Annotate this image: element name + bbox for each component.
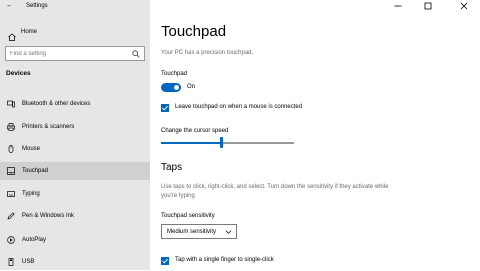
app-title: Settings [26, 3, 48, 9]
sidebar-item-usb[interactable]: USB [0, 253, 150, 271]
home-label: Home [21, 29, 38, 35]
autoplay-icon [7, 236, 15, 244]
sidebar-item-label: USB [22, 259, 35, 265]
minimize-button[interactable] [386, 0, 410, 12]
sidebar-item-label: Typing [22, 191, 40, 197]
sidebar-item-printers[interactable]: Printers & scanners [0, 118, 150, 136]
taps-description: Use taps to click, right-click, and sele… [161, 184, 389, 199]
taps-heading: Taps [161, 162, 183, 173]
sidebar-item-pen[interactable]: Pen & Windows Ink [0, 207, 150, 225]
slider-track [223, 142, 294, 144]
sensitivity-label: Touchpad sensitivity [161, 213, 215, 219]
section-title: Devices [6, 70, 31, 77]
pen-icon [7, 212, 15, 220]
cursor-speed-slider[interactable] [161, 137, 294, 149]
minimize-icon [394, 5, 402, 7]
search-input[interactable] [6, 47, 130, 60]
search-box[interactable] [5, 46, 145, 61]
sidebar-item-mouse[interactable]: Mouse [0, 140, 150, 158]
title-bar: ← Settings [0, 0, 150, 12]
leave-touchpad-label: Leave touchpad on when a mouse is connec… [175, 104, 303, 110]
cursor-speed-label: Change the cursor speed [161, 128, 229, 134]
touchpad-icon [7, 167, 15, 175]
page-subtitle: Your PC has a precision touchpad. [161, 50, 254, 56]
home-nav-item[interactable]: Home [0, 24, 150, 41]
printer-icon [7, 123, 15, 131]
sidebar-item-label: Touchpad [22, 168, 49, 174]
checkmark-icon [162, 105, 168, 111]
maximize-button[interactable] [416, 0, 440, 12]
sidebar-item-label: Printers & scanners [22, 124, 75, 130]
sensitivity-dropdown[interactable]: Medium sensitivity [161, 224, 237, 239]
sidebar-item-bluetooth[interactable]: Bluetooth & other devices [0, 95, 150, 113]
back-arrow-icon[interactable]: ← [6, 2, 13, 9]
mouse-icon [7, 145, 15, 153]
sidebar: ← Settings Home Devices Bluetooth & othe… [0, 0, 150, 270]
checkmark-icon [162, 258, 168, 264]
tap-single-finger-checkbox[interactable] [161, 257, 169, 265]
sensitivity-value: Medium sensitivity [167, 228, 217, 235]
keyboard-icon [7, 190, 15, 198]
maximize-icon [424, 2, 432, 10]
sidebar-item-autoplay[interactable]: AutoPlay [0, 231, 150, 249]
slider-track-fill [161, 142, 220, 144]
search-icon[interactable] [132, 50, 140, 58]
leave-touchpad-checkbox[interactable] [161, 104, 169, 112]
sidebar-item-label: Mouse [22, 146, 41, 152]
sidebar-item-label: AutoPlay [22, 237, 47, 243]
touchpad-toggle-state: On [187, 84, 196, 90]
slider-thumb[interactable] [220, 137, 223, 148]
tap-single-finger-label: Tap with a single finger to single-click [175, 257, 274, 263]
close-button[interactable] [452, 0, 476, 12]
home-icon [8, 28, 16, 41]
touchpad-toggle[interactable] [161, 83, 181, 92]
sidebar-item-typing[interactable]: Typing [0, 185, 150, 203]
close-icon [460, 2, 468, 10]
chevron-down-icon [225, 230, 232, 234]
usb-icon [7, 258, 15, 266]
bluetooth-devices-icon [7, 100, 15, 108]
sidebar-item-touchpad[interactable]: Touchpad [0, 162, 150, 180]
sidebar-item-label: Pen & Windows Ink [22, 213, 75, 219]
toggle-knob [174, 85, 179, 90]
page-title: Touchpad [161, 23, 227, 40]
sidebar-item-label: Bluetooth & other devices [22, 101, 91, 107]
touchpad-label: Touchpad [161, 71, 188, 77]
